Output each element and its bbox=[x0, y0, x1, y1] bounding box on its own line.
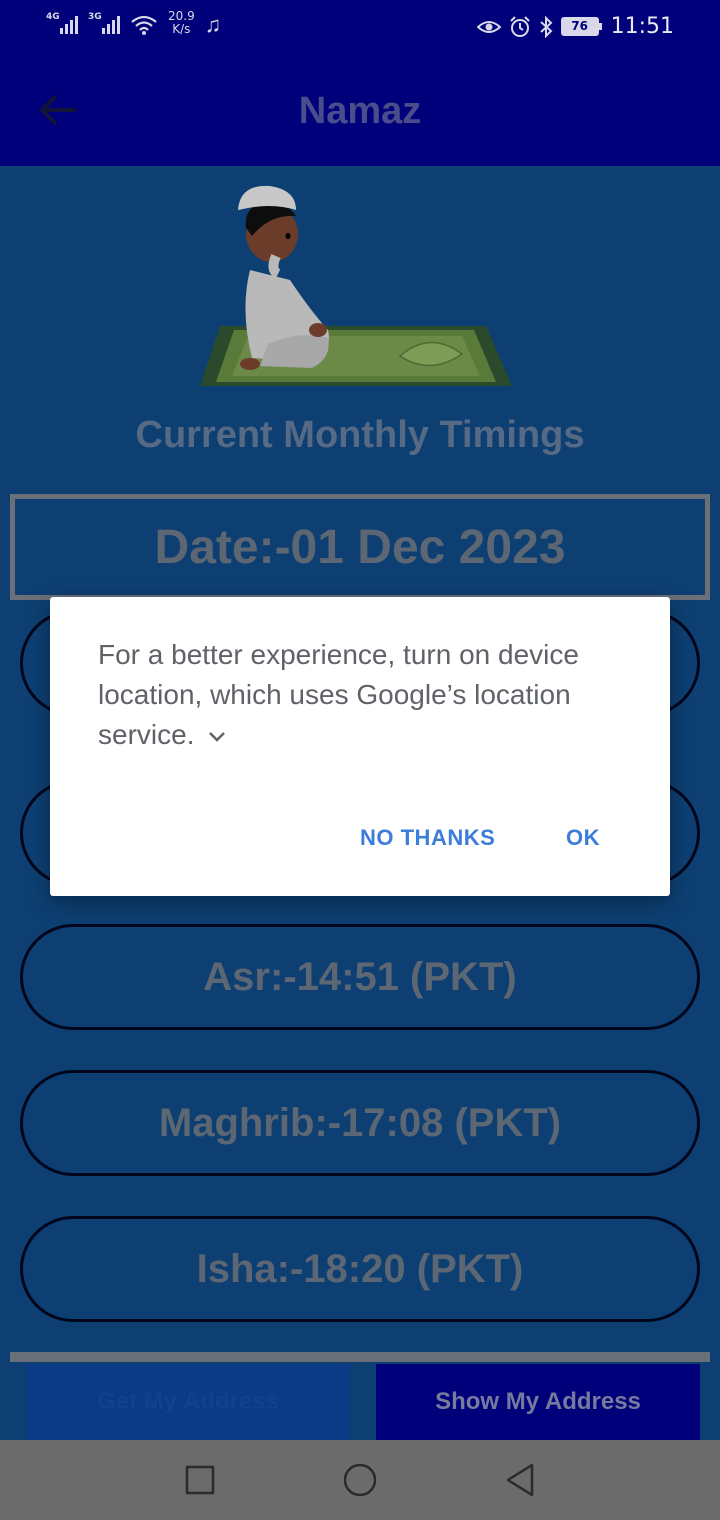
network-speed-unit: K/s bbox=[172, 22, 191, 36]
chevron-down-icon[interactable] bbox=[208, 731, 226, 743]
show-my-address-button[interactable]: Show My Address bbox=[376, 1364, 700, 1440]
no-thanks-button[interactable]: NO THANKS bbox=[360, 825, 495, 851]
praying-boy-illustration bbox=[200, 185, 512, 386]
signal-type-label-2: 3G bbox=[88, 12, 102, 22]
timing-pill-asr[interactable]: Asr:-14:51 (PKT) bbox=[20, 924, 700, 1030]
signal-type-label: 4G bbox=[46, 12, 60, 22]
network-speed: 20.9 K/s bbox=[168, 10, 195, 36]
wifi-icon bbox=[131, 15, 157, 35]
date-display: Date:-01 Dec 2023 bbox=[10, 494, 710, 600]
timing-pill-isha[interactable]: Isha:-18:20 (PKT) bbox=[20, 1216, 700, 1322]
signal-icon-2: 3G bbox=[88, 10, 120, 34]
eye-icon bbox=[476, 20, 501, 33]
dialog-message-container: For a better experience, turn on device … bbox=[98, 635, 638, 755]
home-icon[interactable] bbox=[342, 1462, 378, 1498]
system-nav-bar bbox=[0, 1440, 720, 1520]
music-icon: ♫ bbox=[204, 12, 222, 37]
dialog-message: For a better experience, turn on device … bbox=[98, 639, 579, 750]
get-my-address-button[interactable]: Get My Address bbox=[26, 1364, 350, 1440]
bluetooth-icon bbox=[539, 15, 553, 38]
back-icon[interactable] bbox=[502, 1462, 538, 1498]
page-title: Namaz bbox=[298, 90, 422, 132]
alarm-icon bbox=[509, 15, 530, 37]
location-dialog: For a better experience, turn on device … bbox=[50, 597, 670, 896]
timing-pill-maghrib[interactable]: Maghrib:-17:08 (PKT) bbox=[20, 1070, 700, 1176]
divider bbox=[10, 1352, 710, 1362]
status-bar: 4G 3G 20.9 K/s ♫ 76 11:51 bbox=[0, 0, 720, 56]
page-heading: Current Monthly Timings bbox=[135, 414, 585, 456]
app-bar: Namaz bbox=[0, 56, 720, 166]
battery-icon: 76 bbox=[560, 17, 602, 36]
signal-icon: 4G bbox=[46, 10, 78, 34]
ok-button[interactable]: OK bbox=[566, 825, 600, 851]
recents-icon[interactable] bbox=[182, 1462, 218, 1498]
clock: 11:51 bbox=[610, 14, 674, 39]
